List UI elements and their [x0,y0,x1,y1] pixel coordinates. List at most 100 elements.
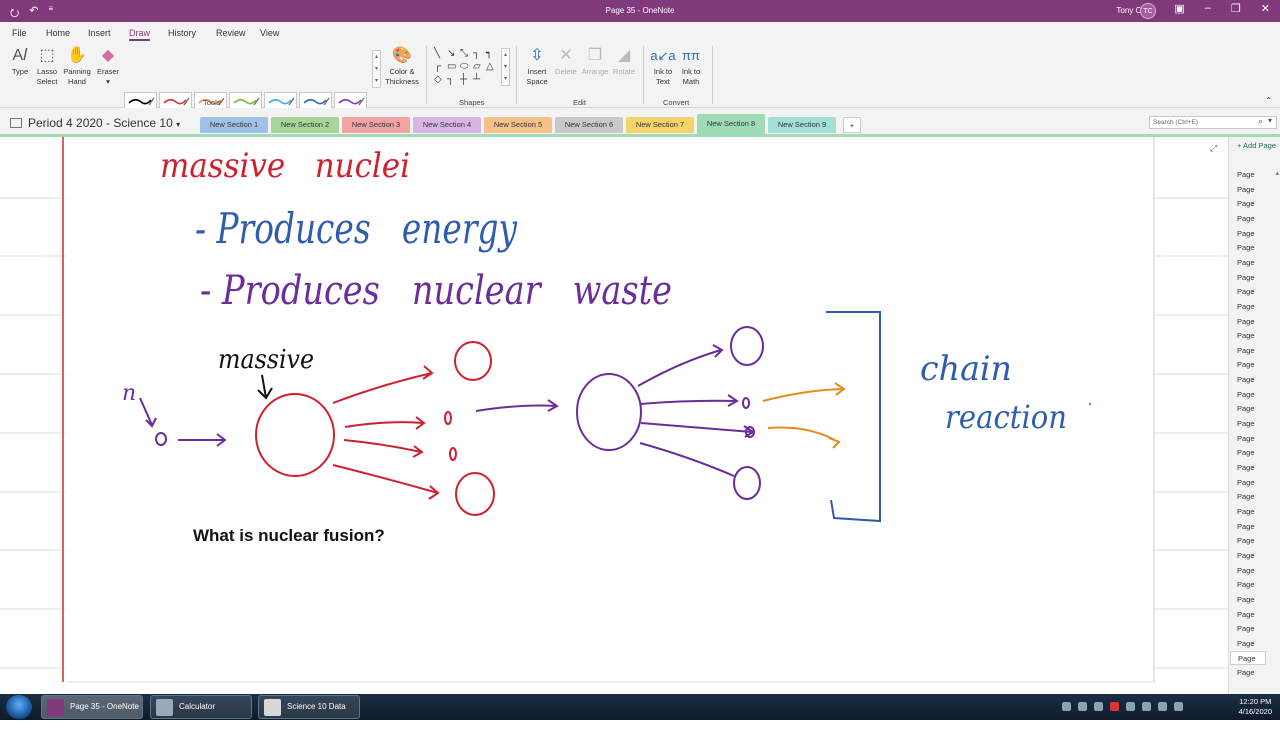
tab-draw[interactable]: Draw [129,28,151,41]
pen-swatch[interactable] [159,92,192,109]
page-list-item[interactable]: Page [1237,432,1271,446]
page-list-item[interactable]: Page [1237,300,1271,314]
rotate-button[interactable]: ◢ Rotate [610,47,638,77]
collapse-ribbon-icon[interactable]: ⌃ [1265,96,1272,105]
page-list-item[interactable]: Page [1237,637,1271,651]
panning-hand-button[interactable]: ✋ Panning Hand [61,47,93,87]
page-list-item[interactable]: Page [1237,315,1271,329]
section-tab-6[interactable]: New Section 6 [555,117,623,133]
section-tab-3[interactable]: New Section 3 [342,117,410,133]
pen-swatch[interactable] [264,92,297,109]
page-list-item[interactable]: Page [1237,608,1271,622]
triangle-shape-icon[interactable]: △ [486,61,494,72]
section-tab-9[interactable]: New Section 9 [768,117,836,133]
tray-shield-icon[interactable] [1094,702,1103,711]
ink-to-math-button[interactable]: ππ Ink to Math [677,47,705,87]
tray-volume-icon[interactable] [1142,702,1151,711]
ink-to-text-button[interactable]: a↙a Ink to Text [649,47,677,87]
pen-swatch[interactable] [229,92,262,109]
pen-swatch[interactable] [334,92,367,109]
diamond-shape-icon[interactable]: ◇ [434,74,442,85]
shapes-scroll[interactable]: ▴ ▾ ▾ [501,48,510,86]
tray-network-icon[interactable] [1126,702,1135,711]
avatar[interactable]: TC [1140,3,1156,19]
tab-insert[interactable]: Insert [88,28,111,38]
page-list-item[interactable]: Page [1237,666,1271,680]
axis-shape-icon[interactable]: ┌ [434,61,441,72]
tab-history[interactable]: History [168,28,196,38]
section-tab-1[interactable]: New Section 1 [200,117,268,133]
section-tab-7[interactable]: New Section 7 [626,117,694,133]
page-list-item[interactable]: Page [1237,271,1271,285]
notebook-selector[interactable]: Period 4 2020 - Science 10 ▾ [10,116,180,130]
arrow-shape-icon[interactable]: ↘ [447,48,455,59]
section-tab-8[interactable]: New Section 8 [697,114,765,134]
page-list-item[interactable]: Page [1237,622,1271,636]
restore-icon[interactable]: ❐ [1231,2,1241,15]
3d-axis-shape-icon[interactable]: ┴ [473,74,480,85]
page-list-item[interactable]: Page [1237,549,1271,563]
elbow-arrow-shape-icon[interactable]: ┑ [486,48,492,59]
pen-swatch[interactable] [299,92,332,109]
page-list-item[interactable]: Page [1237,329,1271,343]
ellipse-shape-icon[interactable]: ⬭ [460,61,469,72]
page-list-item[interactable]: Page [1237,373,1271,387]
tray-app-icon[interactable] [1062,702,1071,711]
taskbar-item-calculator[interactable]: Calculator [150,695,252,719]
page-list-item[interactable]: Page [1237,256,1271,270]
page-list-item[interactable]: Page [1237,388,1271,402]
page-list-item[interactable]: Page [1237,593,1271,607]
color-thickness-button[interactable]: 🎨 Color & Thickness [383,47,421,87]
page-list-item[interactable]: Page [1237,490,1271,504]
page-list-item[interactable]: Page [1237,476,1271,490]
page-list-item[interactable]: Page [1237,402,1271,416]
eraser-button[interactable]: ◆ Eraser ▾ [95,47,121,87]
lasso-select-button[interactable]: ⬚ Lasso Select [34,47,60,87]
minimize-icon[interactable]: – [1205,2,1211,15]
page-list-item[interactable]: Page [1237,578,1271,592]
tray-display-icon[interactable] [1174,702,1183,711]
line-shape-icon[interactable]: ╲ [434,48,440,59]
elbow-shape-icon[interactable]: ┐ [473,48,480,59]
close-icon[interactable]: ✕ [1261,2,1270,15]
graph-shape-icon[interactable]: ┐ [447,74,454,85]
page-list-item[interactable]: Page [1237,564,1271,578]
page-list-item[interactable]: Page [1237,227,1271,241]
page-list-item[interactable]: Page [1230,651,1266,666]
tray-sync-icon[interactable] [1078,702,1087,711]
clock[interactable]: 12:20 PM 4/16/2020 [1239,697,1272,717]
tray-flag-icon[interactable] [1158,702,1167,711]
page-list-item[interactable]: Page [1237,417,1271,431]
page-list-item[interactable]: Page [1237,461,1271,475]
tray-security-icon[interactable] [1110,702,1119,711]
taskbar-item-onenote[interactable]: Page 35 - OneNote [41,695,143,719]
section-tab-4[interactable]: New Section 4 [413,117,481,133]
double-arrow-shape-icon[interactable]: ⤡ [460,48,468,59]
page-list-item[interactable]: Page [1237,344,1271,358]
insert-space-button[interactable]: ⇳ Insert Space [522,47,552,87]
tab-home[interactable]: Home [46,28,70,38]
page-list-item[interactable]: Page [1237,534,1271,548]
add-section-button[interactable]: + [843,117,861,133]
tab-file[interactable]: File [12,28,27,38]
page-list-item[interactable]: Page [1237,212,1271,226]
search-icon[interactable]: ⌕ [1258,116,1263,127]
page-list-item[interactable]: Page [1237,505,1271,519]
rectangle-shape-icon[interactable]: ▭ [447,61,456,72]
page-list-item[interactable]: Page [1237,520,1271,534]
cross-axis-shape-icon[interactable]: ┼ [460,74,467,85]
page-canvas[interactable]: massive nuclei - Produces energy - Produ… [0,137,1228,694]
page-list-item[interactable]: Page [1237,168,1271,182]
scroll-up-icon[interactable]: ▴ [1275,169,1279,177]
page-list-item[interactable]: Page [1237,285,1271,299]
page-list-item[interactable]: Page [1237,446,1271,460]
pen-gallery-scroll[interactable]: ▴ ▾ ▾ [372,50,381,88]
type-button[interactable]: A𝐼 Type [8,47,32,77]
add-page-button[interactable]: + Add Page [1237,141,1276,150]
parallelogram-shape-icon[interactable]: ▱ [473,61,481,72]
tab-review[interactable]: Review [216,28,246,38]
page-list-item[interactable]: Page [1237,197,1271,211]
taskbar-item-pdf[interactable]: Science 10 Data B... [258,695,360,733]
search-scope-chevron-icon[interactable]: ▾ [1268,116,1272,125]
expand-icon[interactable]: ⤢ [1210,143,1217,154]
